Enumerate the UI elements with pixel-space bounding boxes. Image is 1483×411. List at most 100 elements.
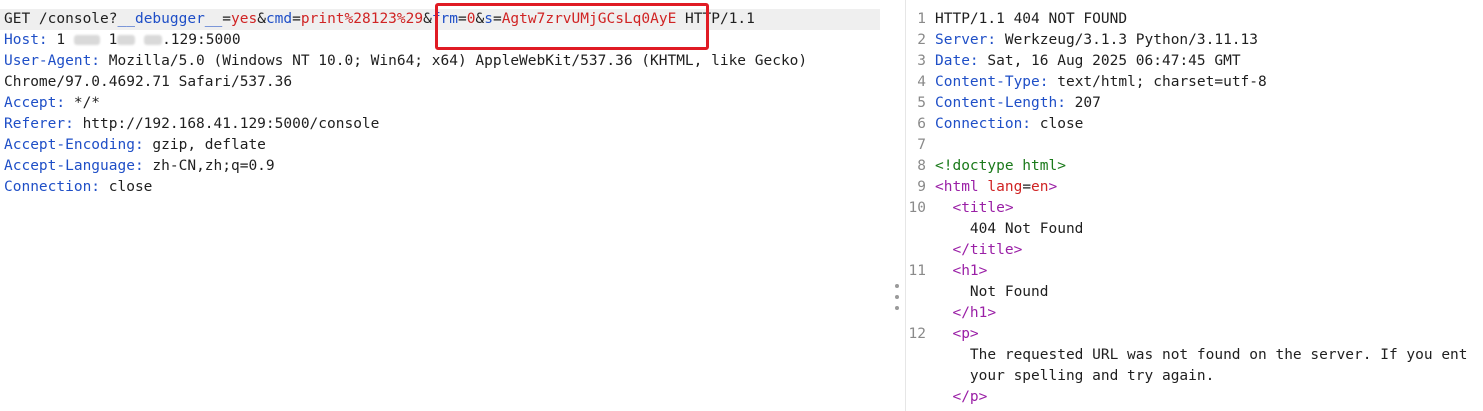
response-header-date-value: Sat, 16 Aug 2025 06:47:45 GMT <box>978 53 1241 69</box>
html-attr-name: lang <box>987 179 1023 195</box>
request-path: /console? <box>38 11 118 27</box>
param-frm-key: frm <box>431 11 459 27</box>
request-line[interactable]: GET /console?__debugger__=yes&cmd=print%… <box>0 9 880 30</box>
line-number: 7 <box>917 137 926 153</box>
header-user-agent-key: User-Agent: <box>4 53 101 69</box>
header-accept-encoding-value: gzip, deflate <box>143 137 266 153</box>
response-body-title-text: 404 Not Found <box>935 219 1084 240</box>
header-accept-language[interactable]: Accept-Language: zh-CN,zh;q=0.9 <box>4 156 275 177</box>
header-accept-encoding[interactable]: Accept-Encoding: gzip, deflate <box>4 135 266 156</box>
response-body-h1-open: <h1> <box>935 261 987 282</box>
response-body-p-text-2: your spelling and try again. <box>935 366 1214 387</box>
host-value-part: .129:5000 <box>162 32 241 48</box>
response-header-connection-key: Connection: <box>935 116 1032 132</box>
title-tag-open: <title> <box>935 200 1014 216</box>
header-host[interactable]: Host: 1 1 .129:5000 <box>4 30 241 51</box>
param-debugger-key: __debugger__ <box>117 11 223 27</box>
response-header-content-type-value: text/html; charset=utf-8 <box>1048 74 1267 90</box>
equals-sign: = <box>222 11 231 27</box>
response-body-p-close: </p> <box>935 387 987 408</box>
redacted-blur <box>117 35 136 45</box>
param-frm-value: 0 <box>466 11 476 27</box>
h1-tag-open: <h1> <box>935 263 988 279</box>
equals-sign: = <box>492 11 502 27</box>
response-body-title-close: </title> <box>935 240 1022 261</box>
redacted-blur <box>73 35 100 45</box>
param-debugger-value: yes <box>231 11 258 27</box>
response-header-server: Server: Werkzeug/3.1.3 Python/3.11.13 <box>935 30 1258 51</box>
line-number: 3 <box>917 53 926 69</box>
doctype-text: <!doctype html> <box>935 158 1066 174</box>
request-editor[interactable]: GET /console?__debugger__=yes&cmd=print%… <box>0 0 880 411</box>
param-s-key: s <box>484 11 493 27</box>
response-body-p-text-1: The requested URL was not found on the s… <box>935 345 1468 366</box>
title-tag-close: </title> <box>935 242 1023 258</box>
header-connection-key: Connection: <box>4 179 101 195</box>
header-accept[interactable]: Accept: */* <box>4 93 100 114</box>
response-body-html-open: <html lang=en> <box>935 177 1057 198</box>
response-header-connection: Connection: close <box>935 114 1083 135</box>
response-body-title-open: <title> <box>935 198 1014 219</box>
h1-text: Not Found <box>935 284 1049 300</box>
response-header-content-type-key: Content-Type: <box>935 74 1049 90</box>
p-text: your spelling and try again. <box>935 368 1215 384</box>
line-number: 2 <box>917 32 926 48</box>
header-accept-value: */* <box>65 95 101 111</box>
header-referer-value: http://192.168.41.129:5000/console <box>73 116 380 132</box>
response-header-content-length: Content-Length: 207 <box>935 93 1101 114</box>
header-referer-key: Referer: <box>4 116 74 132</box>
http-method: GET <box>4 11 39 27</box>
ampersand: & <box>423 11 432 27</box>
response-header-content-length-key: Content-Length: <box>935 95 1066 111</box>
header-connection-value: close <box>100 179 153 195</box>
equals-sign: = <box>1022 179 1032 195</box>
response-header-content-length-value: 207 <box>1065 95 1101 111</box>
header-connection[interactable]: Connection: close <box>4 177 152 198</box>
response-status: HTTP/1.1 404 NOT FOUND <box>935 11 1128 27</box>
response-body-h1-close: </h1> <box>935 303 996 324</box>
header-host-key: Host: <box>4 32 48 48</box>
header-accept-encoding-key: Accept-Encoding: <box>4 137 144 153</box>
header-accept-language-value: zh-CN,zh;q=0.9 <box>143 158 275 174</box>
line-number: 6 <box>917 116 926 132</box>
equals-sign: = <box>458 11 467 27</box>
http-protocol: HTTP/1.1 <box>676 11 755 27</box>
header-accept-language-key: Accept-Language: <box>4 158 144 174</box>
response-header-server-key: Server: <box>935 32 997 48</box>
response-status-line: HTTP/1.1 404 NOT FOUND <box>935 9 1127 30</box>
response-header-content-type: Content-Type: text/html; charset=utf-8 <box>935 72 1267 93</box>
response-body-h1-text: Not Found <box>935 282 1049 303</box>
html-tag-open: <html <box>935 179 988 195</box>
line-number: 9 <box>917 179 926 195</box>
response-body-doctype: <!doctype html> <box>935 156 1066 177</box>
header-user-agent-value-cont: Chrome/97.0.4692.71 Safari/537.36 <box>4 74 293 90</box>
header-user-agent-value: Mozilla/5.0 (Windows NT 10.0; Win64; x64… <box>100 53 808 69</box>
equals-sign: = <box>292 11 301 27</box>
response-viewer[interactable]: 1 HTTP/1.1 404 NOT FOUND 2 Server: Werkz… <box>905 0 1483 411</box>
line-number: 5 <box>917 95 926 111</box>
splitter-handle-icon[interactable] <box>893 284 901 310</box>
h1-tag-close: </h1> <box>935 305 997 321</box>
header-user-agent-continued[interactable]: Chrome/97.0.4692.71 Safari/537.36 <box>4 72 292 93</box>
header-user-agent[interactable]: User-Agent: Mozilla/5.0 (Windows NT 10.0… <box>4 51 807 72</box>
host-value-part: 1 <box>99 32 118 48</box>
line-number: 12 <box>908 326 926 342</box>
line-number: 4 <box>917 74 926 90</box>
param-cmd-value: print%28123%29 <box>300 11 424 27</box>
response-header-server-value: Werkzeug/3.1.3 Python/3.11.13 <box>996 32 1259 48</box>
response-header-connection-value: close <box>1031 116 1084 132</box>
html-attr-value: en <box>1031 179 1049 195</box>
line-number: 1 <box>917 11 926 27</box>
header-accept-key: Accept: <box>4 95 66 111</box>
line-number: 10 <box>908 200 926 216</box>
response-body-p-open: <p> <box>935 324 979 345</box>
html-tag-close-bracket: > <box>1048 179 1058 195</box>
p-text: The requested URL was not found on the s… <box>935 347 1468 363</box>
response-header-date-key: Date: <box>935 53 979 69</box>
p-tag-close: </p> <box>935 389 988 405</box>
param-cmd-key: cmd <box>265 11 293 27</box>
header-referer[interactable]: Referer: http://192.168.41.129:5000/cons… <box>4 114 379 135</box>
p-tag-open: <p> <box>935 326 979 342</box>
title-text: 404 Not Found <box>935 221 1084 237</box>
host-value-part: 1 <box>47 32 66 48</box>
